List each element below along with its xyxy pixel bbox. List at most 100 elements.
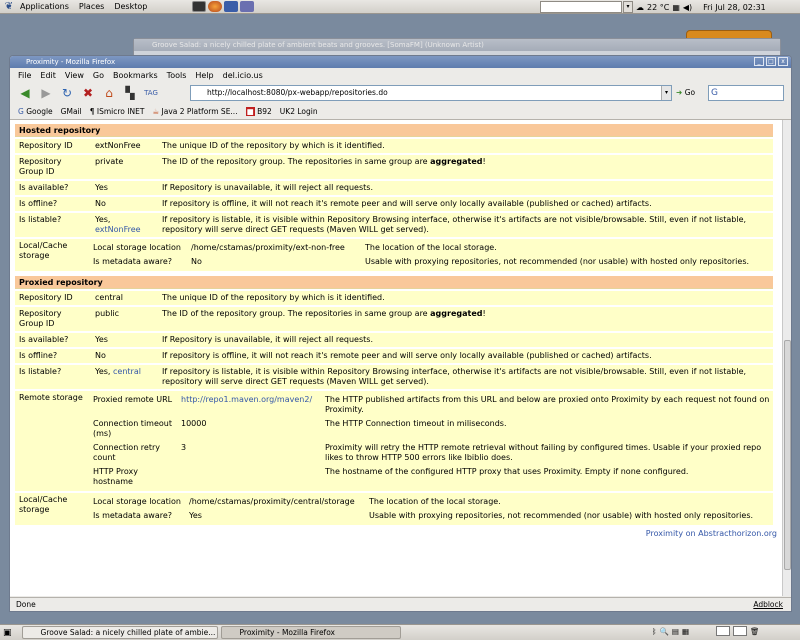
menu-go[interactable]: Go [93, 71, 104, 80]
magnifier-icon[interactable]: 🔍 [660, 627, 669, 636]
status-bar: Done Adblock [10, 597, 791, 611]
sub-label: Connection timeout (ms) [93, 419, 172, 438]
volume-icon[interactable]: ◀) [683, 3, 692, 12]
row-label: Is available? [15, 333, 91, 347]
gnome-foot-icon[interactable]: ❦ [3, 1, 15, 12]
bookmarks-toolbar: G Google GMail ¶ ISmicro INET ☕ Java 2 P… [10, 104, 791, 120]
google-search-icon: G [711, 88, 718, 98]
table-row: Remote storage Proxied remote URL http:/… [15, 391, 773, 491]
url-dropdown-icon[interactable]: ▾ [661, 86, 671, 100]
sub-description: Usable with proxying repositories, not r… [369, 511, 754, 520]
table-row: Local/Cache storage Local storage locati… [15, 493, 773, 525]
vertical-scrollbar[interactable] [782, 120, 791, 596]
bookmark-b92[interactable]: ■ B92 [245, 107, 272, 116]
home-icon[interactable]: ⌂ [100, 84, 118, 102]
forward-icon[interactable]: ▶ [37, 84, 55, 102]
search-input[interactable]: G [708, 85, 784, 101]
table-row: Is offline? No If repository is offline,… [15, 197, 773, 211]
row-value: public [91, 307, 158, 331]
desktop-menu[interactable]: Desktop [109, 2, 152, 11]
table-row: Is metadata aware? No Usable with proxyi… [91, 255, 773, 269]
menu-help[interactable]: Help [195, 71, 213, 80]
panel-search-dropdown-icon[interactable]: ▾ [623, 1, 633, 13]
listable-link[interactable]: central [113, 367, 141, 376]
maximize-icon[interactable]: □ [766, 57, 776, 66]
remote-cell: Proxied remote URL http://repo1.maven.or… [91, 391, 773, 491]
workspace-2[interactable] [733, 626, 748, 636]
table-row: Repository Group ID public The ID of the… [15, 307, 773, 331]
table-row: Proxied remote URL http://repo1.maven.or… [91, 393, 773, 417]
table-row: Repository ID central The unique ID of t… [15, 291, 773, 305]
sub-description: The HTTP published artifacts from this U… [325, 395, 770, 414]
row-description: If repository is offline, it will not re… [158, 197, 773, 211]
row-label: Repository ID [15, 139, 91, 153]
menu-tools[interactable]: Tools [167, 71, 187, 80]
proximity-footer-link[interactable]: Proximity on Abstracthorizon.org [646, 529, 777, 538]
bookmark-uk2[interactable]: UK2 Login [280, 107, 318, 116]
row-value: Yes, extNonFree [91, 213, 158, 237]
table-row: Is available? Yes If Repository is unava… [15, 181, 773, 195]
panel-search-input[interactable] [540, 1, 622, 13]
tray-app-icon[interactable]: ▦ [682, 627, 689, 636]
places-menu[interactable]: Places [74, 2, 109, 11]
reload-icon[interactable]: ↻ [58, 84, 76, 102]
network-icon: ▦ [672, 2, 680, 12]
row-description: If repository is listable, it is visible… [158, 365, 773, 389]
page-content: Hosted repository Repository ID extNonFr… [10, 120, 791, 596]
applications-menu[interactable]: Applications [15, 2, 74, 11]
show-desktop-icon[interactable]: ▣ [3, 628, 12, 638]
network-tray-icon[interactable]: ▤ [672, 627, 679, 636]
menu-bookmarks[interactable]: Bookmarks [113, 71, 158, 80]
row-label: Repository Group ID [15, 155, 91, 179]
bluetooth-icon[interactable]: ᛒ [652, 627, 657, 636]
trash-icon[interactable]: 🗑 [750, 627, 760, 636]
workspace-1[interactable] [716, 626, 731, 636]
menu-edit[interactable]: Edit [40, 71, 56, 80]
status-text: Done [16, 600, 36, 609]
taskbar-item-firefox[interactable]: Proximity - Mozilla Firefox [220, 626, 401, 639]
menu-delicious[interactable]: del.icio.us [223, 71, 263, 80]
terminal-launcher-icon[interactable] [192, 1, 207, 12]
google-icon: G [18, 107, 24, 116]
url-bar[interactable]: http://localhost:8080/px-webapp/reposito… [190, 85, 672, 101]
adblock-button[interactable]: Adblock [753, 598, 783, 611]
value-text: Yes, [95, 367, 111, 376]
desc-bold: aggregated [430, 309, 483, 318]
menu-view[interactable]: View [65, 71, 84, 80]
row-value: Yes, central [91, 365, 158, 389]
tag-icon[interactable]: TAG [142, 84, 160, 102]
navigation-toolbar: ◀ ▶ ↻ ✖ ⌂ ▚ TAG http://localhost:8080/px… [10, 82, 791, 104]
row-value: Yes [91, 181, 158, 195]
clock[interactable]: Fri Jul 28, 02:31 [703, 3, 766, 12]
sub-description: The HTTP Connection timeout in milisecon… [325, 419, 507, 428]
taskbar-item-player[interactable]: Groove Salad: a nicely chilled plate of … [21, 626, 218, 639]
storage-cell: Local storage location /home/cstamas/pro… [91, 493, 773, 525]
listable-link[interactable]: extNonFree [95, 225, 141, 234]
bookmark-java[interactable]: ☕ Java 2 Platform SE... [152, 107, 237, 116]
firefox-launcher-icon[interactable] [208, 1, 223, 12]
minimize-icon[interactable]: _ [754, 57, 764, 66]
b92-icon: ■ [245, 107, 255, 116]
sub-value: /home/cstamas/proximity/ext-non-free [191, 243, 345, 252]
menubar: File Edit View Go Bookmarks Tools Help d… [10, 68, 791, 82]
scrollbar-thumb[interactable] [784, 340, 791, 570]
table-row: Connection timeout (ms) 10000 The HTTP C… [91, 417, 773, 441]
app-launcher-icon[interactable] [240, 1, 255, 12]
bookmark-gmail[interactable]: GMail [61, 107, 82, 116]
stop-icon[interactable]: ✖ [79, 84, 97, 102]
back-icon[interactable]: ◀ [16, 84, 34, 102]
window-title: Proximity - Mozilla Firefox [26, 58, 116, 66]
window-titlebar[interactable]: Proximity - Mozilla Firefox _ □ x [10, 56, 791, 68]
go-button[interactable]: ➜ Go [676, 85, 695, 101]
row-label: Is available? [15, 181, 91, 195]
close-icon[interactable]: x [778, 57, 788, 66]
sub-description: The location of the local storage. [369, 497, 501, 506]
table-row: Is offline? No If repository is offline,… [15, 349, 773, 363]
remote-url-link[interactable]: http://repo1.maven.org/maven2/ [181, 395, 312, 404]
mail-launcher-icon[interactable] [224, 1, 239, 12]
bookmark-ismicro[interactable]: ¶ ISmicro INET [90, 107, 145, 116]
table-row: Local/Cache storage Local storage locati… [15, 239, 773, 271]
menu-file[interactable]: File [18, 71, 31, 80]
bookmark-google[interactable]: G Google [18, 107, 53, 116]
bookmark-manager-icon[interactable]: ▚ [121, 84, 139, 102]
